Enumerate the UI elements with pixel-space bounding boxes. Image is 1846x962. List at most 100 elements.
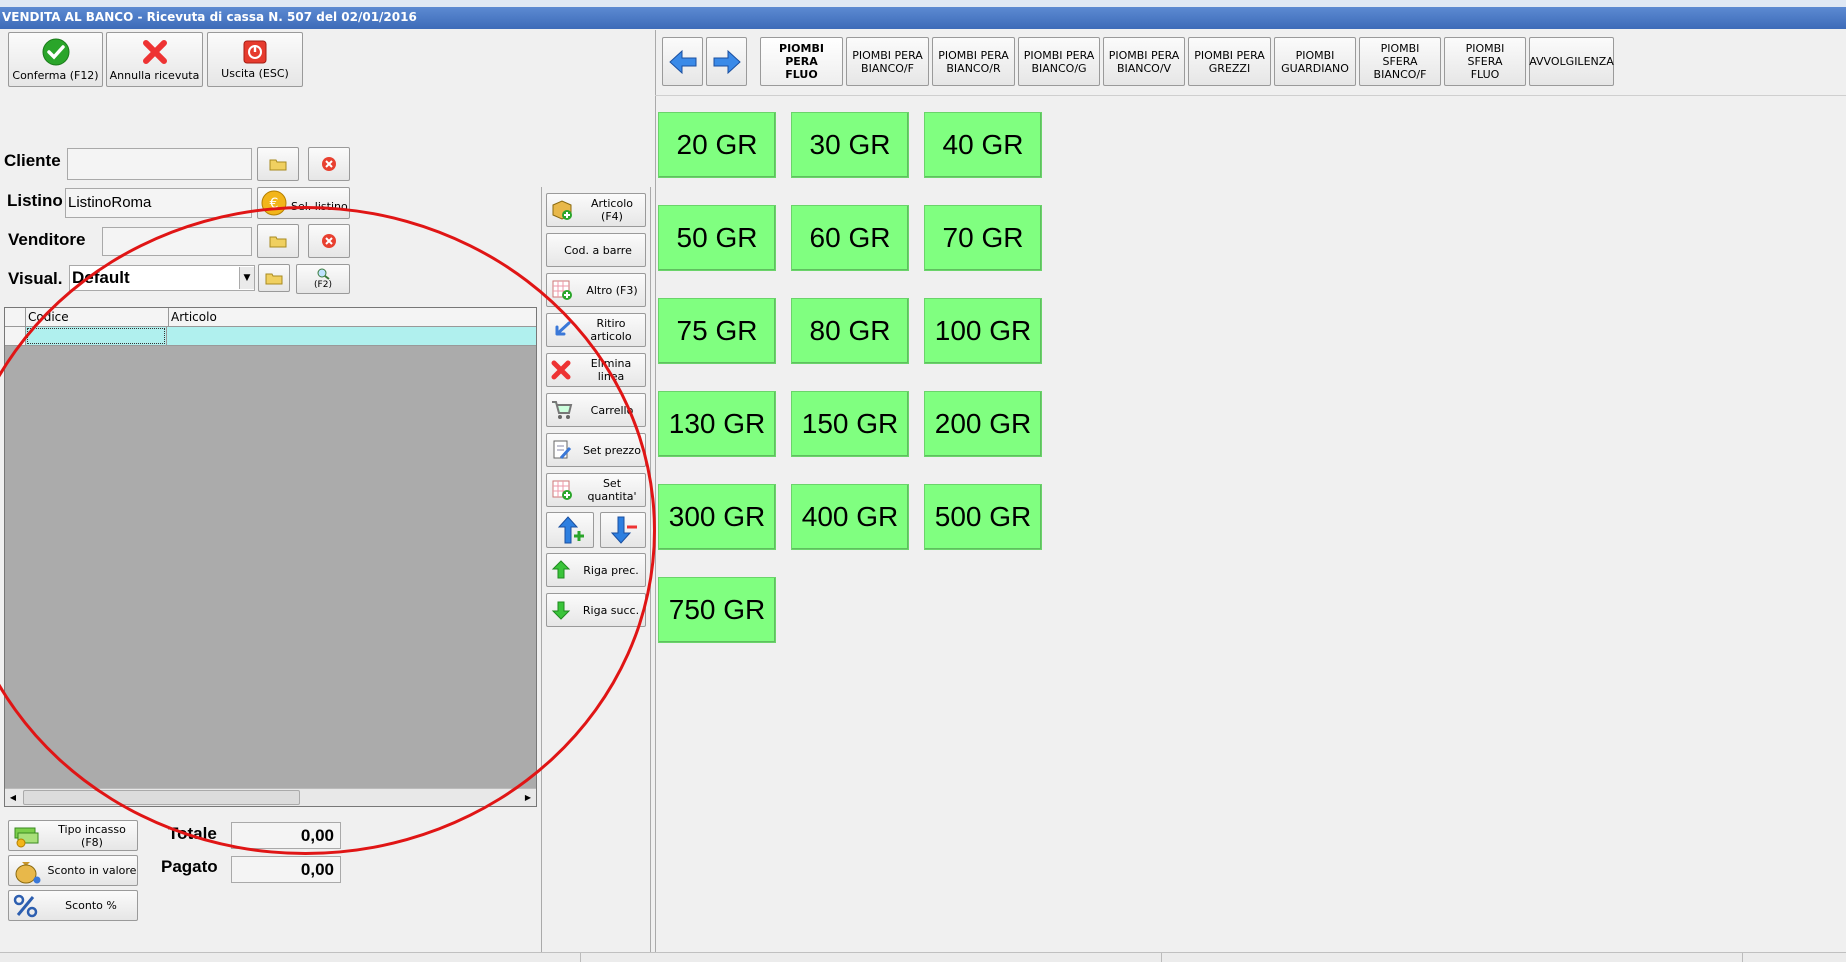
ritiro-articolo-button[interactable]: Ritiro articolo (546, 313, 646, 347)
weight-button[interactable]: 200 GR (924, 391, 1042, 457)
barcode-button[interactable]: Cod. a barre (546, 233, 646, 267)
category-label-line2: BIANCO/F (1373, 68, 1427, 81)
riga-succ-label: Riga succ. (582, 603, 640, 617)
category-button[interactable]: PIOMBI SFERA FLUO (1444, 37, 1526, 86)
barcode-label: Cod. a barre (564, 243, 632, 257)
category-label-line1: PIOMBI PERA (852, 48, 923, 62)
ritiro-label: Ritiro articolo (590, 317, 632, 343)
weight-button[interactable]: 300 GR (658, 484, 776, 550)
riga-prec-button[interactable]: Riga prec. (546, 553, 646, 587)
weight-button[interactable]: 500 GR (924, 484, 1042, 550)
clear-icon (322, 157, 336, 171)
venditore-clear-button[interactable] (308, 224, 350, 258)
svg-text:€: € (270, 196, 279, 212)
cliente-browse-button[interactable] (257, 147, 299, 181)
weight-button[interactable]: 30 GR (791, 112, 909, 178)
codice-cell[interactable] (27, 328, 165, 344)
weight-button[interactable]: 750 GR (658, 577, 776, 643)
weight-button[interactable]: 20 GR (658, 112, 776, 178)
category-button[interactable]: PIOMBI GUARDIANO (1274, 37, 1356, 86)
delete-icon (551, 360, 571, 380)
close-icon (142, 39, 167, 64)
visual-select[interactable]: Default ▼ (69, 265, 255, 291)
category-button[interactable]: PIOMBI PERA FLUO (760, 37, 843, 86)
category-label-line1: PIOMBI SFERA (1380, 42, 1420, 68)
weight-button[interactable]: 40 GR (924, 112, 1042, 178)
horizontal-scrollbar[interactable]: ◀ ▶ (5, 788, 536, 806)
listino-field[interactable]: ListinoRoma (65, 188, 252, 218)
folder-icon (269, 236, 287, 248)
cancel-label: Annulla ricevuta (109, 68, 200, 82)
scroll-right-icon[interactable]: ▶ (520, 789, 536, 805)
altro-button[interactable]: Altro (F3) (546, 273, 646, 307)
cliente-clear-button[interactable] (308, 147, 350, 181)
weight-button[interactable]: 400 GR (791, 484, 909, 550)
weight-button[interactable]: 130 GR (658, 391, 776, 457)
next-category-button[interactable] (706, 37, 747, 86)
totale-value: 0,00 (231, 822, 341, 849)
weight-button[interactable]: 100 GR (924, 298, 1042, 364)
set-prezzo-label: Set prezzo (583, 443, 641, 457)
venditore-field[interactable] (102, 227, 252, 256)
weight-button[interactable]: 70 GR (924, 205, 1042, 271)
panel-divider (655, 30, 656, 958)
set-prezzo-button[interactable]: Set prezzo (546, 433, 646, 467)
visual-settings-button[interactable]: (F2) (296, 264, 350, 294)
articolo-button[interactable]: Articolo (F4) (546, 193, 646, 227)
articolo-cell[interactable] (166, 327, 536, 345)
cliente-field[interactable] (67, 148, 252, 180)
visual-browse-button[interactable] (258, 264, 290, 292)
category-label-line2: BIANCO/V (1116, 61, 1172, 75)
elimina-linea-button[interactable]: Elimina linea (546, 353, 646, 387)
column-header-articolo[interactable]: Articolo (169, 308, 536, 326)
category-button[interactable]: PIOMBI PERA BIANCO/V (1103, 37, 1185, 86)
carrello-label: Carrello (590, 403, 634, 417)
column-header-codice[interactable]: Codice (26, 308, 169, 326)
scrollbar-thumb[interactable] (23, 790, 300, 805)
power-icon (243, 40, 267, 63)
confirm-button[interactable]: Conferma (F12) (8, 32, 103, 87)
venditore-browse-button[interactable] (257, 224, 299, 258)
items-grid[interactable]: Codice Articolo ◀ ▶ (4, 307, 537, 807)
category-label-line1: PIOMBI PERA (1108, 48, 1180, 62)
sconto-perc-button[interactable]: Sconto % (8, 890, 138, 921)
sel-listino-label: Sel. listino (291, 199, 348, 213)
cancel-receipt-button[interactable]: Annulla ricevuta (106, 32, 203, 87)
weight-button[interactable]: 75 GR (658, 298, 776, 364)
category-button[interactable]: PIOMBI PERA BIANCO/G (1018, 37, 1100, 86)
arrow-up-icon (551, 560, 571, 579)
prev-category-button[interactable] (662, 37, 703, 86)
exit-button[interactable]: Uscita (ESC) (207, 32, 303, 87)
decrease-quantity-button[interactable] (600, 512, 646, 548)
carrello-button[interactable]: Carrello (546, 393, 646, 427)
category-label-line2: GREZZI (1208, 61, 1251, 75)
riga-prec-label: Riga prec. (583, 563, 639, 577)
weight-button[interactable]: 60 GR (791, 205, 909, 271)
category-button[interactable]: PIOMBI PERA BIANCO/F (846, 37, 929, 86)
weight-button[interactable]: 80 GR (791, 298, 909, 364)
category-label-line1: PIOMBI PERA (938, 48, 1009, 62)
set-quantita-button[interactable]: Set quantita' (546, 473, 646, 507)
sconto-valore-label: Sconto in valore (47, 864, 137, 877)
weight-button[interactable]: 150 GR (791, 391, 909, 457)
venditore-label: Venditore (8, 230, 86, 249)
folder-icon (265, 273, 283, 285)
weight-button[interactable]: 50 GR (658, 205, 776, 271)
tipo-incasso-button[interactable]: Tipo incasso (F8) (8, 820, 138, 851)
category-button[interactable]: AVVOLGILENZA (1529, 37, 1614, 86)
category-label-line1: PIOMBI PERA (1194, 48, 1265, 62)
sconto-valore-button[interactable]: Sconto in valore (8, 855, 138, 886)
box-add-icon (552, 200, 572, 220)
arrow-up-plus-icon (557, 516, 584, 544)
scroll-left-icon[interactable]: ◀ (5, 789, 21, 805)
category-label-line2: GUARDIANO (1281, 61, 1349, 75)
category-button[interactable]: PIOMBI SFERA BIANCO/F (1359, 37, 1441, 86)
table-row[interactable] (5, 327, 536, 346)
category-button[interactable]: PIOMBI PERA BIANCO/R (932, 37, 1015, 86)
window-title-bar: VENDITA AL BANCO - Ricevuta di cassa N. … (0, 7, 1846, 29)
f2-label: (F2) (314, 280, 332, 290)
increase-quantity-button[interactable] (546, 512, 594, 548)
sel-listino-button[interactable]: € Sel. listino (257, 187, 350, 219)
riga-succ-button[interactable]: Riga succ. (546, 593, 646, 627)
category-button[interactable]: PIOMBI PERA GREZZI (1188, 37, 1271, 86)
